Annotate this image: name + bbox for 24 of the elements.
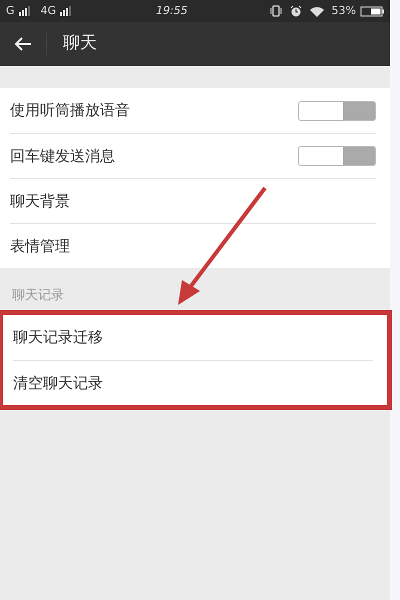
status-time: 19:55 xyxy=(156,4,188,17)
carrier-label: 4G xyxy=(40,2,56,19)
back-arrow-icon xyxy=(14,36,32,52)
screen-title: 聊天 xyxy=(63,32,97,56)
setting-label: 回车键发送消息 xyxy=(10,146,115,167)
toggle-switch[interactable] xyxy=(298,146,376,166)
toggle-switch[interactable] xyxy=(298,100,376,120)
settings-row[interactable]: 聊天背景 xyxy=(0,178,390,223)
carrier-label: G xyxy=(6,2,15,19)
setting-label: 使用听筒播放语音 xyxy=(10,100,130,122)
settings-row[interactable]: 表情管理 xyxy=(0,223,390,268)
vibrate-icon xyxy=(270,5,282,17)
alarm-icon xyxy=(290,5,302,17)
battery-percent: 53% xyxy=(332,2,356,19)
setting-label: 表情管理 xyxy=(10,236,70,257)
setting-label: 清空聊天记录 xyxy=(13,372,103,394)
battery-icon xyxy=(360,6,384,16)
signal-icon xyxy=(18,6,33,16)
wifi-icon xyxy=(310,6,324,16)
section-header-text: 聊天记录 xyxy=(12,288,64,303)
setting-label: 聊天记录迁移 xyxy=(13,327,103,348)
settings-row[interactable]: 聊天记录迁移 xyxy=(3,315,387,360)
setting-label: 聊天背景 xyxy=(10,190,70,212)
settings-row[interactable]: 清空聊天记录 xyxy=(3,360,387,405)
